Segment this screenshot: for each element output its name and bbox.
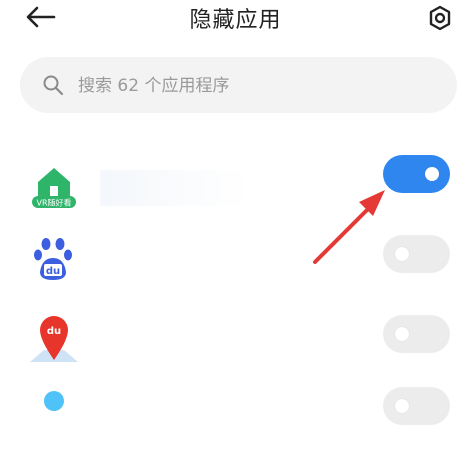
baidu-map-icon-text: du bbox=[47, 326, 61, 337]
toggle-knob bbox=[395, 399, 409, 413]
app-row: du bbox=[0, 228, 471, 308]
hide-app-toggle[interactable] bbox=[383, 387, 450, 425]
toggle-knob bbox=[425, 167, 439, 181]
hide-app-toggle[interactable] bbox=[383, 235, 450, 273]
settings-button[interactable] bbox=[425, 4, 455, 32]
toggle-knob bbox=[395, 247, 409, 261]
app-row: VR随好看 bbox=[0, 148, 471, 228]
app-row bbox=[0, 385, 471, 465]
baidu-paw-app-icon: du bbox=[34, 238, 72, 280]
hide-app-toggle[interactable] bbox=[383, 315, 450, 353]
search-input[interactable] bbox=[76, 69, 440, 103]
partial-app-icon bbox=[44, 391, 64, 411]
toggle-knob bbox=[395, 327, 409, 341]
baidu-icon-text: du bbox=[46, 266, 60, 277]
page-title: 隐藏应用 bbox=[189, 8, 282, 33]
gear-icon bbox=[429, 5, 451, 31]
vr-app-icon-text: VR随好看 bbox=[36, 198, 71, 208]
hide-app-toggle[interactable] bbox=[383, 155, 450, 193]
header: 隐藏应用 bbox=[0, 0, 471, 40]
search-icon bbox=[43, 75, 64, 96]
app-row: du bbox=[0, 308, 471, 388]
baidu-map-app-icon: du bbox=[30, 316, 78, 362]
vr-house-app-icon: VR随好看 bbox=[24, 156, 84, 216]
search-bar[interactable] bbox=[20, 57, 457, 113]
app-name-blurred bbox=[100, 170, 250, 206]
